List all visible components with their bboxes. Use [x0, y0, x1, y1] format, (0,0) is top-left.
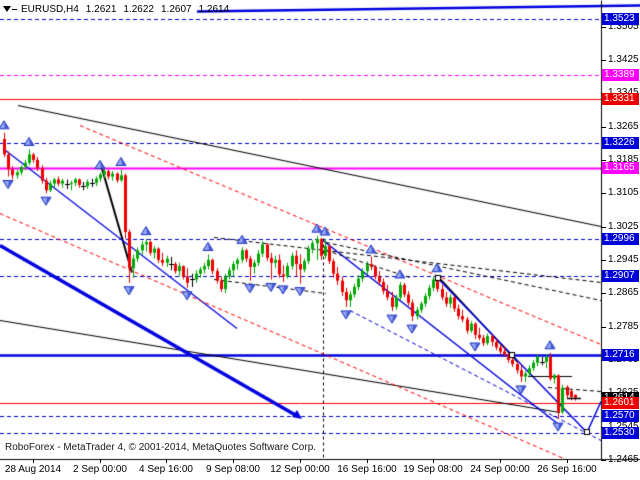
time-tick-dash	[233, 459, 234, 463]
time-tick-dash	[367, 459, 368, 463]
time-tick-dash	[567, 459, 568, 463]
mt4-chart-window: EURUSD,H4 1.2621 1.2622 1.2607 1.2614 Ro…	[0, 0, 640, 480]
price-axis-tick: 1.3025	[608, 221, 639, 232]
price-level-badge: 1.2601	[602, 397, 639, 409]
price-axis-tick: 1.3105	[608, 187, 639, 198]
price-level-badge: 1.3331	[602, 93, 639, 105]
chart-symbol-label: EURUSD,H4	[21, 4, 79, 15]
time-axis-label: 4 Sep 16:00	[139, 464, 193, 475]
last-bar-low: 1.2607	[161, 4, 192, 15]
price-axis-tick: 1.3425	[608, 54, 639, 65]
copyright-watermark: RoboForex - MetaTrader 4, © 2001-2014, M…	[5, 442, 316, 453]
time-tick-dash	[100, 459, 101, 463]
price-tick-dash	[601, 27, 606, 28]
time-tick-dash	[500, 459, 501, 463]
price-level-badge: 1.3165	[602, 162, 639, 174]
price-level-badge: 1.2530	[602, 427, 639, 439]
time-axis[interactable]: 28 Aug 2014 2 Sep 00:00 4 Sep 16:00 9 Sep 0…	[0, 459, 640, 480]
price-axis[interactable]: 1.35051.34251.33451.32651.31851.31051.30…	[601, 0, 640, 459]
price-level-badge: 1.2716	[602, 349, 639, 361]
time-tick-dash	[33, 459, 34, 463]
price-axis-tick: 1.2865	[608, 287, 639, 298]
price-tick-dash	[601, 327, 606, 328]
chart-title: EURUSD,H4 1.2621 1.2622 1.2607 1.2614	[3, 3, 229, 15]
price-tick-dash	[601, 260, 606, 261]
price-tick-dash	[601, 293, 606, 294]
time-axis-label: 16 Sep 16:00	[337, 464, 397, 475]
price-level-badge: 1.3523	[602, 13, 639, 25]
price-tick-dash	[601, 193, 606, 194]
time-axis-label: 2 Sep 00:00	[73, 464, 127, 475]
price-level-badge: 1.2996	[602, 233, 639, 245]
price-level-badge: 1.2907	[602, 270, 639, 282]
price-tick-dash	[601, 127, 606, 128]
price-level-badge: 1.2570	[602, 410, 639, 422]
last-bar-open: 1.2621	[86, 4, 117, 15]
time-axis-label: 19 Sep 08:00	[403, 464, 463, 475]
chart-symbol-dash-icon	[12, 9, 17, 10]
price-tick-dash	[601, 227, 606, 228]
price-axis-tick: 1.3265	[608, 121, 639, 132]
time-axis-label: 28 Aug 2014	[5, 464, 61, 475]
last-bar-close: 1.2614	[199, 4, 230, 15]
price-axis-tick: 1.2785	[608, 321, 639, 332]
chart-symbol-icon	[3, 6, 11, 12]
time-axis-label: 26 Sep 16:00	[537, 464, 597, 475]
price-level-badge: 1.3389	[602, 69, 639, 81]
price-chart-canvas[interactable]	[0, 0, 640, 480]
time-tick-dash	[300, 459, 301, 463]
time-axis-label: 24 Sep 00:00	[470, 464, 530, 475]
time-tick-dash	[433, 459, 434, 463]
price-tick-dash	[601, 60, 606, 61]
last-bar-high: 1.2622	[123, 4, 154, 15]
time-axis-label: 9 Sep 08:00	[206, 464, 260, 475]
time-axis-label: 12 Sep 00:00	[270, 464, 330, 475]
time-tick-dash	[166, 459, 167, 463]
price-level-badge: 1.3226	[602, 137, 639, 149]
price-axis-tick: 1.2945	[608, 254, 639, 265]
price-tick-dash	[601, 160, 606, 161]
